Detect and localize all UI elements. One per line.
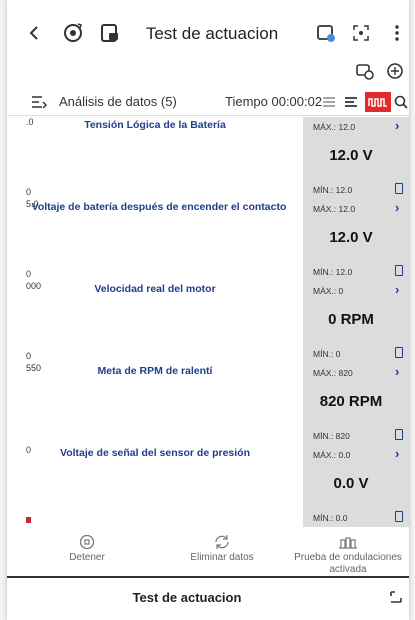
bookmark-icon[interactable] — [395, 429, 403, 440]
y-min-label: 0 — [26, 187, 32, 197]
min-value: MÍN.: 0 — [313, 349, 341, 359]
app-frame: Test de actuacion Análisis de datos (5) … — [7, 0, 409, 620]
item-title: Meta de RPM de ralentí — [97, 365, 213, 377]
current-value: 0 RPM — [328, 311, 374, 328]
wave-test-button[interactable]: Prueba de ondulaciones activada — [287, 532, 409, 576]
filter-list-icon[interactable] — [29, 92, 49, 112]
list-item[interactable]: 000 Velocidad real del motor 0 MÁX.: 0 ›… — [7, 281, 409, 363]
max-value: MÁX.: 12.0 — [313, 204, 356, 214]
bookmark-icon[interactable] — [395, 183, 403, 194]
list-item[interactable]: .0 Tensión Lógica de la Batería 0 MÁX.: … — [7, 117, 409, 199]
item-chart: .0 Tensión Lógica de la Batería 0 — [7, 117, 303, 199]
page-title: Test de actuacion — [145, 24, 279, 43]
back-icon[interactable] — [21, 20, 47, 46]
elapsed-time: Tiempo 00:00:02 — [225, 94, 323, 109]
stop-label: Detener — [69, 552, 105, 563]
current-value: 12.0 V — [329, 147, 373, 164]
print-icon[interactable] — [313, 20, 339, 46]
item-chart: 0 Voltaje de señal del sensor de presión — [7, 445, 303, 527]
item-values-panel: MÁX.: 0.0 › 0.0 V MÍN.: 0.0 — [303, 445, 409, 527]
min-value: MÍN.: 0.0 — [313, 513, 348, 523]
gear-refresh-icon[interactable] — [60, 20, 86, 46]
battery-plug-icon[interactable] — [383, 60, 407, 82]
chevron-right-icon[interactable]: › — [395, 364, 399, 379]
item-values-panel: MÁX.: 820 › 820 RPM MÍN.: 820 — [303, 363, 409, 445]
item-title: Tensión Lógica de la Batería — [84, 119, 226, 131]
clear-data-button[interactable]: Eliminar datos — [172, 532, 272, 576]
wave-test-label: Prueba de ondulaciones activada — [294, 552, 402, 575]
item-values-panel: MÁX.: 12.0 › 12.0 V MÍN.: 12.0 — [303, 199, 409, 281]
more-icon[interactable] — [384, 20, 409, 46]
stop-button[interactable]: Detener — [47, 532, 127, 576]
screen-capture-icon[interactable] — [348, 20, 374, 46]
footer-title: Test de actuacion — [132, 590, 242, 605]
footer-bar: Test de actuacion — [7, 580, 409, 620]
refresh-icon — [172, 532, 272, 552]
chevron-right-icon[interactable]: › — [395, 200, 399, 215]
waveform-view-icon[interactable] — [365, 92, 391, 112]
item-chart: 550 Meta de RPM de ralentí — [7, 363, 303, 445]
stop-icon — [47, 532, 127, 552]
min-value: MÍN.: 820 — [313, 431, 350, 441]
item-chart: 5.0 Voltaje de batería después de encend… — [7, 199, 303, 281]
max-value: MÁX.: 0.0 — [313, 450, 351, 460]
item-title: Velocidad real del motor — [94, 283, 216, 295]
clear-data-label: Eliminar datos — [190, 552, 254, 563]
data-analysis-label: Análisis de datos (5) — [59, 94, 177, 109]
y-min-label: 0 — [26, 351, 32, 361]
vehicle-doc-icon[interactable] — [97, 20, 123, 46]
bookmark-icon[interactable] — [395, 265, 403, 276]
bookmark-icon[interactable] — [395, 347, 403, 358]
y-min-label: 0 — [26, 269, 32, 279]
expand-panel-icon[interactable] — [387, 588, 405, 606]
item-chart: 000 Velocidad real del motor 0 — [7, 281, 303, 363]
current-value: 12.0 V — [329, 229, 373, 246]
chevron-right-icon[interactable]: › — [395, 118, 399, 133]
item-values-panel: MÁX.: 0 › 0 RPM MÍN.: 0 — [303, 281, 409, 363]
car-clock-icon[interactable] — [353, 60, 377, 82]
search-icon[interactable] — [391, 92, 409, 112]
chevron-right-icon[interactable]: › — [395, 446, 399, 461]
oscilloscope-icon — [287, 532, 409, 552]
list-view-icon[interactable] — [319, 92, 339, 112]
compact-view-icon[interactable] — [341, 92, 361, 112]
chevron-right-icon[interactable]: › — [395, 282, 399, 297]
bottom-actions: Detener Eliminar datos Prueba de ondulac… — [7, 530, 409, 578]
data-toolbar: Análisis de datos (5) Tiempo 00:00:02 — [7, 88, 409, 116]
current-value: 820 RPM — [319, 393, 383, 410]
list-item[interactable]: 0 Voltaje de señal del sensor de presión… — [7, 445, 409, 527]
max-value: MÁX.: 820 — [313, 368, 353, 378]
min-value: MÍN.: 12.0 — [313, 267, 353, 277]
bookmark-icon[interactable] — [395, 511, 403, 522]
item-title: Voltaje de señal del sensor de presión — [59, 447, 251, 459]
trace-marker — [26, 517, 31, 523]
current-value: 0.0 V — [333, 475, 369, 492]
item-title: Voltaje de batería después de encender e… — [31, 201, 287, 213]
max-value: MÁX.: 0 — [313, 286, 344, 296]
sub-bar — [7, 56, 409, 86]
top-bar: Test de actuacion — [7, 12, 409, 56]
min-value: MÍN.: 12.0 — [313, 185, 353, 195]
data-stream-list: .0 Tensión Lógica de la Batería 0 MÁX.: … — [7, 117, 409, 529]
list-item[interactable]: 550 Meta de RPM de ralentí MÁX.: 820 › 8… — [7, 363, 409, 445]
list-item[interactable]: 5.0 Voltaje de batería después de encend… — [7, 199, 409, 281]
max-value: MÁX.: 12.0 — [313, 122, 356, 132]
item-values-panel: MÁX.: 12.0 › 12.0 V MÍN.: 12.0 — [303, 117, 409, 199]
